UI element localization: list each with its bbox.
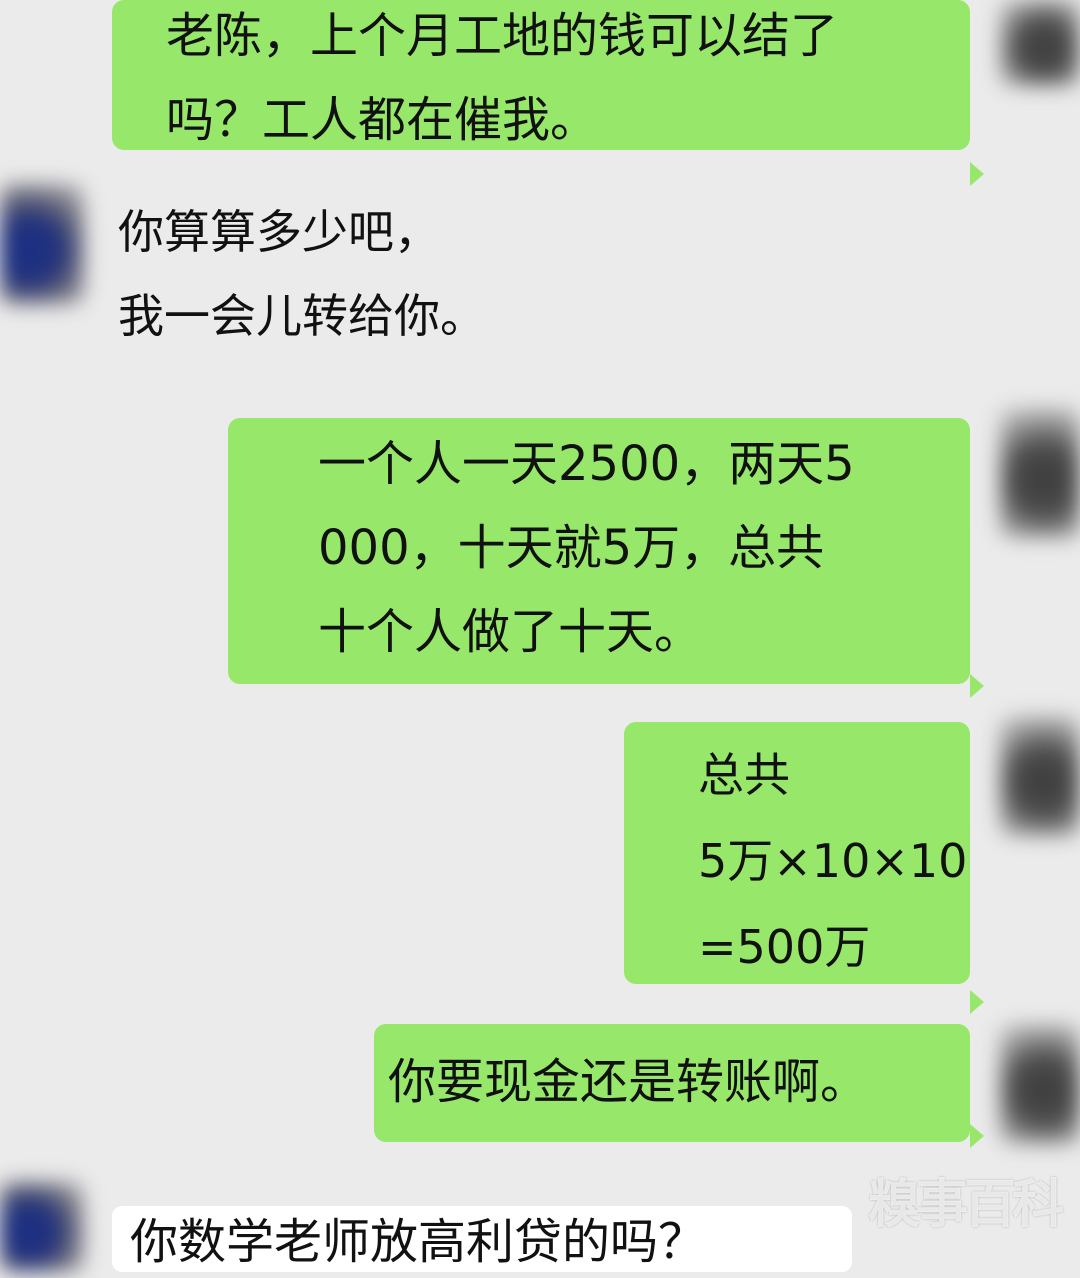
message-text: 一个人一天2500，两天5 000，十天就5万，总共 十个人做了十天。: [318, 436, 855, 660]
message-bubble-sent[interactable]: 总共 5万×10×10 =500万: [624, 722, 984, 1014]
avatar-left-2: [0, 1182, 84, 1272]
message-bubble-sent[interactable]: 你要现金还是转账啊。: [374, 1024, 984, 1148]
message-text: 你数学老师放高利贷的吗？: [130, 1214, 707, 1270]
avatar-right-2: [1000, 408, 1080, 538]
avatar-left-1: [0, 184, 84, 304]
message-bubble-received[interactable]: 你数学老师放高利贷的吗？: [112, 1206, 852, 1272]
message-bubble-sent[interactable]: 老陈，上个月工地的钱可以结了 吗？工人都在催我。: [112, 0, 984, 186]
message-text: 你要现金还是转账啊。: [388, 1054, 869, 1110]
message-text-received[interactable]: 你算算多少吧， 我一会儿转给你。: [118, 190, 486, 358]
avatar-right-4: [1000, 1024, 1080, 1144]
avatar-right-3: [1000, 716, 1080, 836]
watermark-logo: 糗事百科: [868, 1175, 1064, 1235]
message-text: 总共 5万×10×10 =500万: [698, 748, 968, 974]
message-bubble-sent[interactable]: 一个人一天2500，两天5 000，十天就5万，总共 十个人做了十天。: [228, 418, 984, 698]
avatar-right-1: [1000, 0, 1080, 86]
message-text: 老陈，上个月工地的钱可以结了 吗？工人都在催我。: [166, 8, 839, 148]
